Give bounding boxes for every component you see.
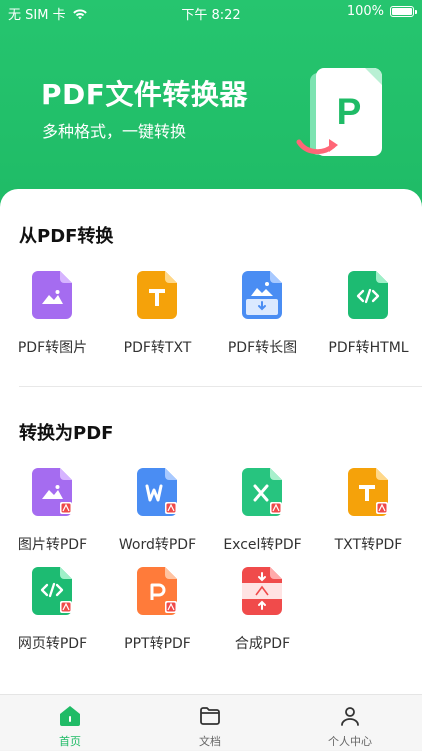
tile-label: 网页转PDF	[17, 636, 88, 652]
to-pdf-row-1: 图片转PDF Word转PDF Excel转PDF TXT转PDF	[0, 468, 422, 558]
hero-banner: 无 SIM 卡 下午 8:22 100% PDF文件转换器 多种格式，一键转换 …	[0, 0, 422, 215]
tab-bar: 首页 文档 个人中心	[0, 694, 422, 750]
image-file-icon	[32, 271, 72, 319]
tile-pdf-to-long-image[interactable]: PDF转长图	[210, 271, 315, 361]
tile-label: PDF转HTML	[328, 340, 409, 356]
tile-webpage-to-pdf[interactable]: 网页转PDF	[0, 567, 105, 657]
txt-file-icon	[137, 271, 177, 319]
tab-label: 个人中心	[328, 735, 372, 748]
folder-icon	[200, 707, 220, 725]
tile-image-to-pdf[interactable]: 图片转PDF	[0, 468, 105, 558]
ppt-to-pdf-icon	[137, 567, 177, 615]
section-divider	[19, 386, 422, 387]
page-subtitle: 多种格式，一键转换	[42, 122, 187, 141]
home-icon	[60, 706, 80, 726]
section-title-from-pdf: 从PDF转换	[19, 222, 114, 248]
tile-label: Excel转PDF	[223, 537, 302, 553]
status-bar: 无 SIM 卡 下午 8:22 100%	[0, 0, 422, 24]
tile-pdf-to-image[interactable]: PDF转图片	[0, 271, 105, 361]
user-icon	[341, 707, 359, 726]
tab-documents[interactable]: 文档	[140, 695, 280, 751]
image-to-pdf-icon	[32, 468, 72, 516]
tile-label: PPT转PDF	[124, 636, 191, 652]
tile-label: PDF转长图	[227, 340, 298, 356]
txt-to-pdf-icon	[348, 468, 388, 516]
pdf-illustration-icon: P	[296, 68, 382, 156]
word-to-pdf-icon	[137, 468, 177, 516]
tile-txt-to-pdf[interactable]: TXT转PDF	[316, 468, 421, 558]
battery-icon	[390, 6, 417, 17]
tile-word-to-pdf[interactable]: Word转PDF	[105, 468, 210, 558]
illustration-letter: P	[337, 91, 362, 132]
tile-merge-pdf[interactable]: 合成PDF	[210, 567, 315, 657]
tile-pdf-to-txt[interactable]: PDF转TXT	[105, 271, 210, 361]
tab-label: 文档	[199, 735, 221, 748]
to-pdf-row-2: 网页转PDF PPT转PDF 合成PDF	[0, 567, 422, 657]
tab-home[interactable]: 首页	[0, 695, 140, 751]
battery-percent: 100%	[346, 4, 384, 19]
tab-profile[interactable]: 个人中心	[280, 695, 420, 751]
tile-label: 合成PDF	[234, 636, 291, 652]
tile-label: 图片转PDF	[17, 537, 88, 553]
tile-label: Word转PDF	[118, 537, 197, 553]
tile-label: PDF转TXT	[123, 340, 192, 356]
from-pdf-row-1: PDF转图片 PDF转TXT PDF转长图 PDF转HTML	[0, 271, 422, 361]
tile-excel-to-pdf[interactable]: Excel转PDF	[210, 468, 315, 558]
tile-label: PDF转图片	[17, 340, 88, 356]
html-file-icon	[348, 271, 388, 319]
tile-pdf-to-html[interactable]: PDF转HTML	[316, 271, 421, 361]
tab-label: 首页	[59, 735, 81, 748]
status-right: 100%	[346, 4, 417, 19]
tile-label: TXT转PDF	[334, 537, 403, 553]
page-title: PDF文件转换器	[41, 78, 248, 111]
tile-ppt-to-pdf[interactable]: PPT转PDF	[105, 567, 210, 657]
webpage-to-pdf-icon	[32, 567, 72, 615]
long-image-file-icon	[242, 271, 282, 319]
section-title-to-pdf: 转换为PDF	[19, 419, 114, 445]
excel-to-pdf-icon	[242, 468, 282, 516]
merge-pdf-icon	[242, 567, 282, 615]
main-card: 从PDF转换 PDF转图片 PDF转TXT PDF转长图 PDF转HTML 转换…	[0, 189, 422, 694]
